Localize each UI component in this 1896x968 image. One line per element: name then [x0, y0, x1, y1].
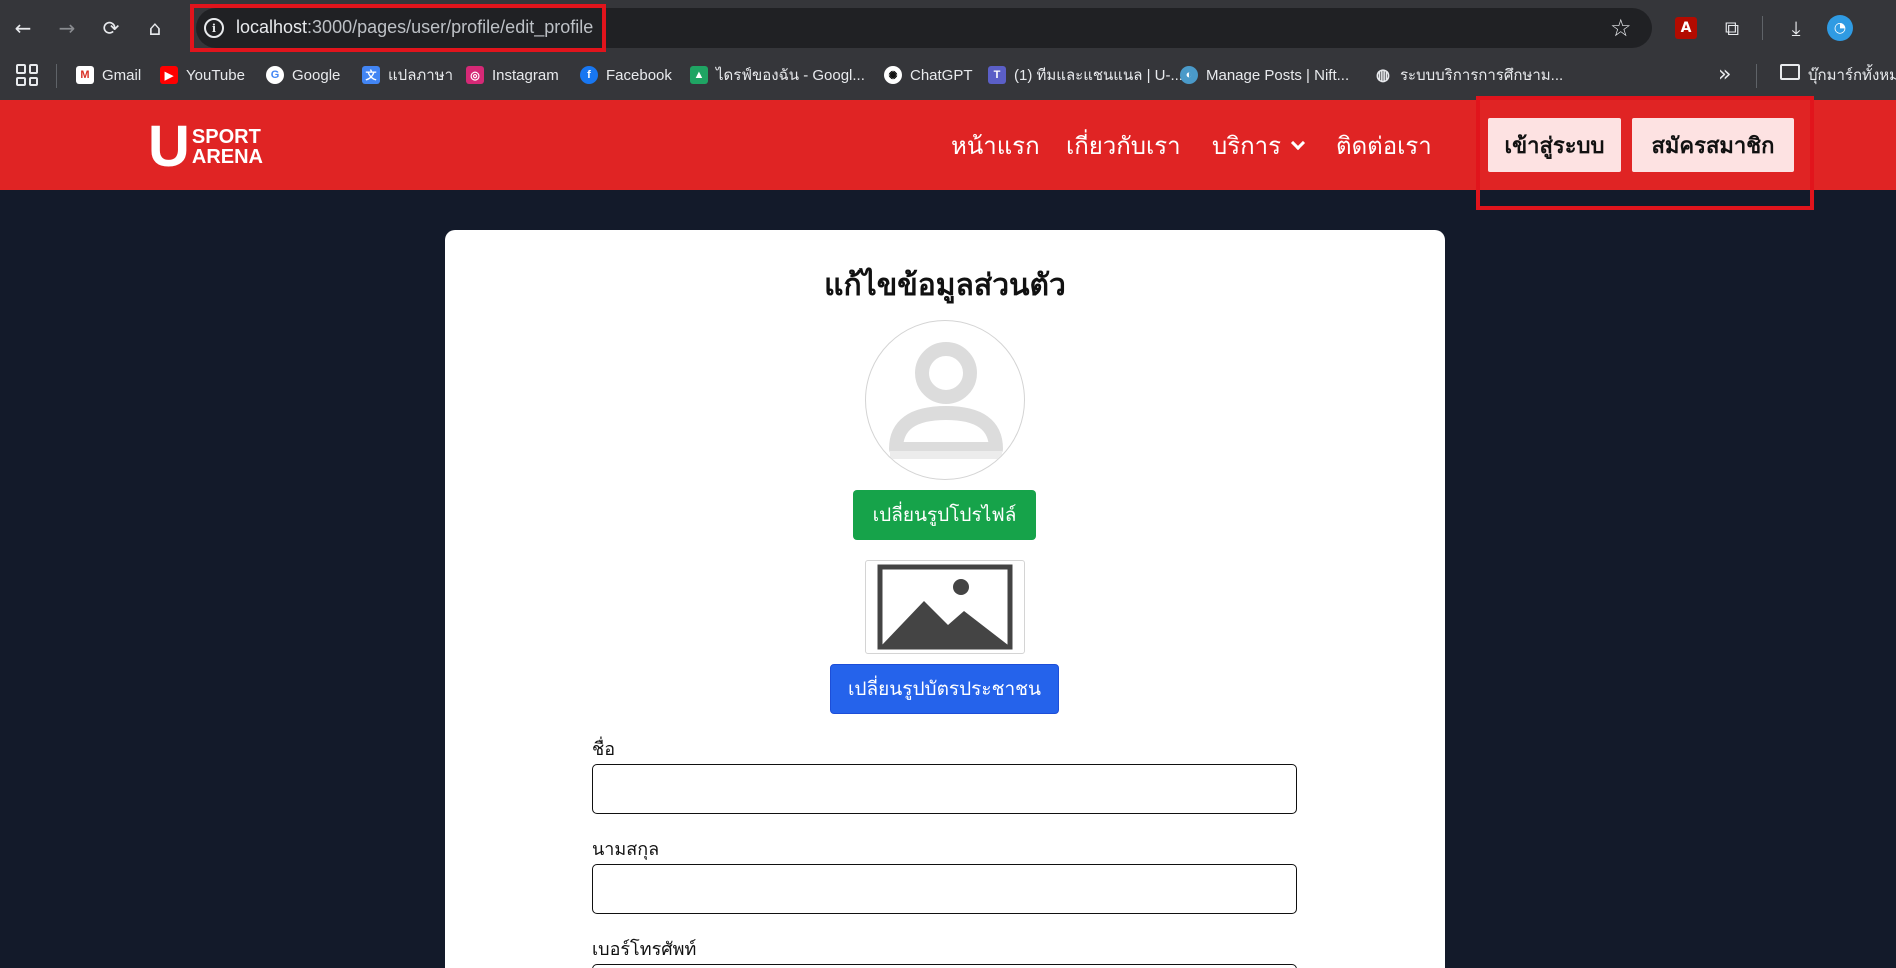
bookmark-label: (1) ทีมและแชนแนล | U-... — [1014, 67, 1183, 84]
toolbar-divider — [1762, 16, 1763, 40]
bookmark-label: YouTube — [186, 66, 245, 84]
phone-field[interactable] — [592, 964, 1297, 968]
google-icon: G — [266, 66, 284, 84]
bookmark-drive[interactable]: ▲ ไดรฟ์ของฉัน - Googl... — [690, 62, 865, 88]
more-bookmarks-icon[interactable]: » — [1718, 62, 1731, 87]
instagram-icon: ◎ — [466, 66, 484, 84]
bookmark-label: ระบบบริการการศึกษาม... — [1400, 67, 1564, 84]
globe-icon: ◍ — [1376, 67, 1390, 84]
annotation-box-url — [190, 4, 606, 52]
all-bookmarks[interactable]: บุ๊กมาร์กทั้งหมด — [1808, 62, 1896, 88]
annotation-box-auth-buttons — [1476, 96, 1814, 210]
bookmarks-divider — [56, 64, 57, 88]
bookmark-translate[interactable]: 文 แปลภาษา — [362, 62, 453, 88]
chatgpt-icon: ✺ — [884, 66, 902, 84]
nav-services[interactable]: บริการ — [1212, 126, 1306, 165]
logo-letter: U — [148, 114, 190, 179]
user-placeholder-icon — [889, 342, 1003, 459]
chevron-down-icon — [1290, 135, 1306, 151]
last-name-label: นามสกุล — [592, 839, 660, 860]
facebook-icon: f — [580, 66, 598, 84]
bookmark-star-icon[interactable]: ☆ — [1610, 14, 1632, 42]
gmail-icon: M — [76, 66, 94, 84]
site-logo[interactable]: U SPORT ARENA — [148, 118, 263, 176]
change-avatar-button[interactable]: เปลี่ยนรูปโปรไฟล์ — [853, 490, 1036, 540]
phone-label: เบอร์โทรศัพท์ — [592, 939, 697, 960]
bookmark-label: Manage Posts | Nift... — [1206, 66, 1350, 84]
bookmark-teams[interactable]: T (1) ทีมและแชนแนล | U-... — [988, 62, 1183, 88]
bookmark-label: Facebook — [606, 66, 672, 84]
logo-wordmark: SPORT ARENA — [191, 126, 264, 168]
browser-toolbar: ← → ⟳ ⌂ i localhost:3000/pages/user/prof… — [0, 0, 1896, 56]
profile-avatar-icon[interactable]: ◔ — [1826, 14, 1854, 42]
pdf-extension-icon[interactable]: A — [1672, 14, 1700, 42]
home-icon[interactable]: ⌂ — [140, 13, 170, 43]
bookmark-youtube[interactable]: ▶ YouTube — [160, 62, 245, 88]
nav-services-label: บริการ — [1212, 132, 1282, 160]
bookmark-label: ไดรฟ์ของฉัน - Googl... — [716, 67, 865, 84]
last-name-field[interactable] — [592, 864, 1297, 914]
nav-home[interactable]: หน้าแรก — [951, 126, 1040, 165]
change-idcard-button[interactable]: เปลี่ยนรูปบัตรประชาชน — [830, 664, 1059, 714]
nift-icon: ◐ — [1180, 66, 1198, 84]
teams-icon: T — [988, 66, 1006, 84]
apps-grid-icon[interactable] — [16, 64, 38, 86]
bookmark-label: ChatGPT — [910, 66, 973, 84]
back-icon[interactable]: ← — [8, 13, 38, 43]
page-title: แก้ไขข้อมูลส่วนตัว — [824, 268, 1066, 303]
nav-about[interactable]: เกี่ยวกับเรา — [1066, 126, 1181, 165]
all-bookmarks-label: บุ๊กมาร์กทั้งหมด — [1808, 67, 1896, 84]
bookmark-label: Instagram — [492, 66, 559, 84]
forward-icon[interactable]: → — [52, 13, 82, 43]
first-name-field[interactable] — [592, 764, 1297, 814]
nav-contact[interactable]: ติดต่อเรา — [1336, 126, 1432, 165]
first-name-label: ชื่อ — [592, 739, 616, 760]
folder-icon — [1780, 64, 1800, 80]
extensions-puzzle-icon[interactable]: ⧉ — [1718, 14, 1746, 42]
bookmark-instagram[interactable]: ◎ Instagram — [466, 62, 559, 88]
bookmark-google[interactable]: G Google — [266, 62, 340, 88]
bookmark-education[interactable]: ◍ ระบบบริการการศึกษาม... — [1374, 62, 1563, 88]
youtube-icon: ▶ — [160, 66, 178, 84]
bookmark-chatgpt[interactable]: ✺ ChatGPT — [884, 62, 973, 88]
download-icon[interactable]: ⤓ — [1782, 14, 1810, 42]
bookmark-label: Google — [292, 66, 341, 84]
drive-icon: ▲ — [690, 66, 708, 84]
bookmark-facebook[interactable]: f Facebook — [580, 62, 672, 88]
bookmark-nift[interactable]: ◐ Manage Posts | Nift... — [1180, 62, 1349, 88]
reload-icon[interactable]: ⟳ — [96, 13, 126, 43]
bookmark-label: แปลภาษา — [388, 67, 454, 84]
bookmark-label: Gmail — [102, 66, 142, 84]
image-placeholder-icon — [877, 564, 1013, 650]
bookmark-gmail[interactable]: M Gmail — [76, 62, 141, 88]
translate-icon: 文 — [362, 66, 380, 84]
id-card-image — [865, 560, 1025, 654]
bookmarks-divider — [1756, 64, 1757, 88]
profile-avatar — [865, 320, 1025, 480]
